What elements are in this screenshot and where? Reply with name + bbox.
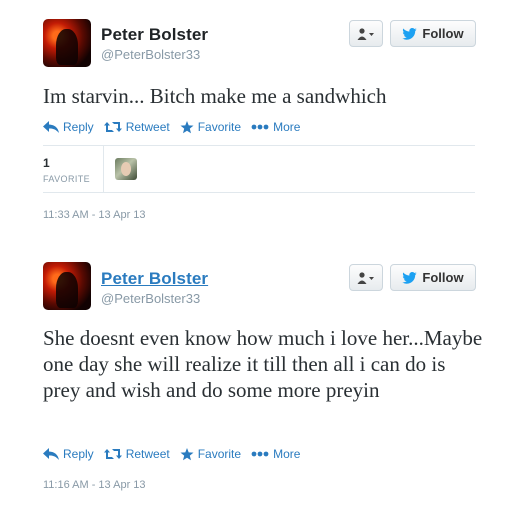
favorite-stats[interactable]: 1 FAVORITE — [43, 156, 90, 184]
more-dots-icon — [251, 451, 269, 457]
retweet-action[interactable]: Retweet — [103, 120, 170, 134]
more-label: More — [273, 447, 301, 461]
retweet-action[interactable]: Retweet — [103, 447, 170, 461]
author-handle[interactable]: @PeterBolster33 — [101, 291, 200, 306]
favorite-label: Favorite — [197, 447, 242, 461]
reply-action[interactable]: Reply — [43, 447, 94, 461]
reply-icon — [43, 448, 59, 460]
follow-button[interactable]: Follow — [390, 20, 476, 47]
author-avatar[interactable] — [43, 19, 91, 67]
more-dots-icon — [251, 124, 269, 130]
follow-label: Follow — [422, 26, 464, 41]
retweet-label: Retweet — [125, 447, 170, 461]
favorite-label: Favorite — [197, 120, 242, 134]
favorite-action[interactable]: Favorite — [180, 120, 241, 134]
tweet-text: She doesnt even know how much i love her… — [43, 326, 483, 402]
follow-button[interactable]: Follow — [390, 264, 476, 291]
tweet-actions: Reply Retweet Favorite More — [43, 120, 310, 134]
twitter-bird-icon — [402, 27, 418, 40]
favorite-action[interactable]: Favorite — [180, 447, 241, 461]
reply-icon — [43, 121, 59, 133]
tweet-text: Im starvin... Bitch make me a sandwhich — [43, 84, 387, 108]
user-actions-button[interactable] — [349, 20, 383, 47]
author-avatar[interactable] — [43, 262, 91, 310]
favorite-star-icon — [180, 120, 194, 133]
favorite-count-label: FAVORITE — [43, 174, 91, 184]
tweet-timestamp[interactable]: 11:16 AM - 13 Apr 13 — [43, 479, 146, 491]
user-actions-button[interactable] — [349, 264, 383, 291]
retweet-icon — [103, 449, 122, 459]
tweet-timestamp[interactable]: 11:33 AM - 13 Apr 13 — [43, 209, 146, 221]
user-menu-icon — [357, 271, 374, 284]
retweet-icon — [103, 122, 122, 132]
reply-label: Reply — [63, 447, 94, 461]
twitter-bird-icon — [402, 271, 418, 284]
retweet-label: Retweet — [125, 120, 170, 134]
tweet-actions: Reply Retweet Favorite More — [43, 447, 310, 461]
more-action[interactable]: More — [251, 447, 300, 461]
favoriter-avatar[interactable] — [115, 158, 137, 180]
author-handle[interactable]: @PeterBolster33 — [101, 47, 200, 62]
divider — [43, 192, 475, 193]
reply-label: Reply — [63, 120, 94, 134]
reply-action[interactable]: Reply — [43, 120, 94, 134]
divider — [43, 145, 475, 146]
more-label: More — [273, 120, 301, 134]
more-action[interactable]: More — [251, 120, 300, 134]
user-menu-icon — [357, 27, 374, 40]
favorite-count: 1 — [43, 156, 50, 170]
author-name[interactable]: Peter Bolster — [101, 269, 208, 289]
follow-label: Follow — [422, 270, 464, 285]
author-name[interactable]: Peter Bolster — [101, 25, 208, 45]
stats-separator — [103, 146, 104, 192]
favorite-star-icon — [180, 447, 194, 460]
